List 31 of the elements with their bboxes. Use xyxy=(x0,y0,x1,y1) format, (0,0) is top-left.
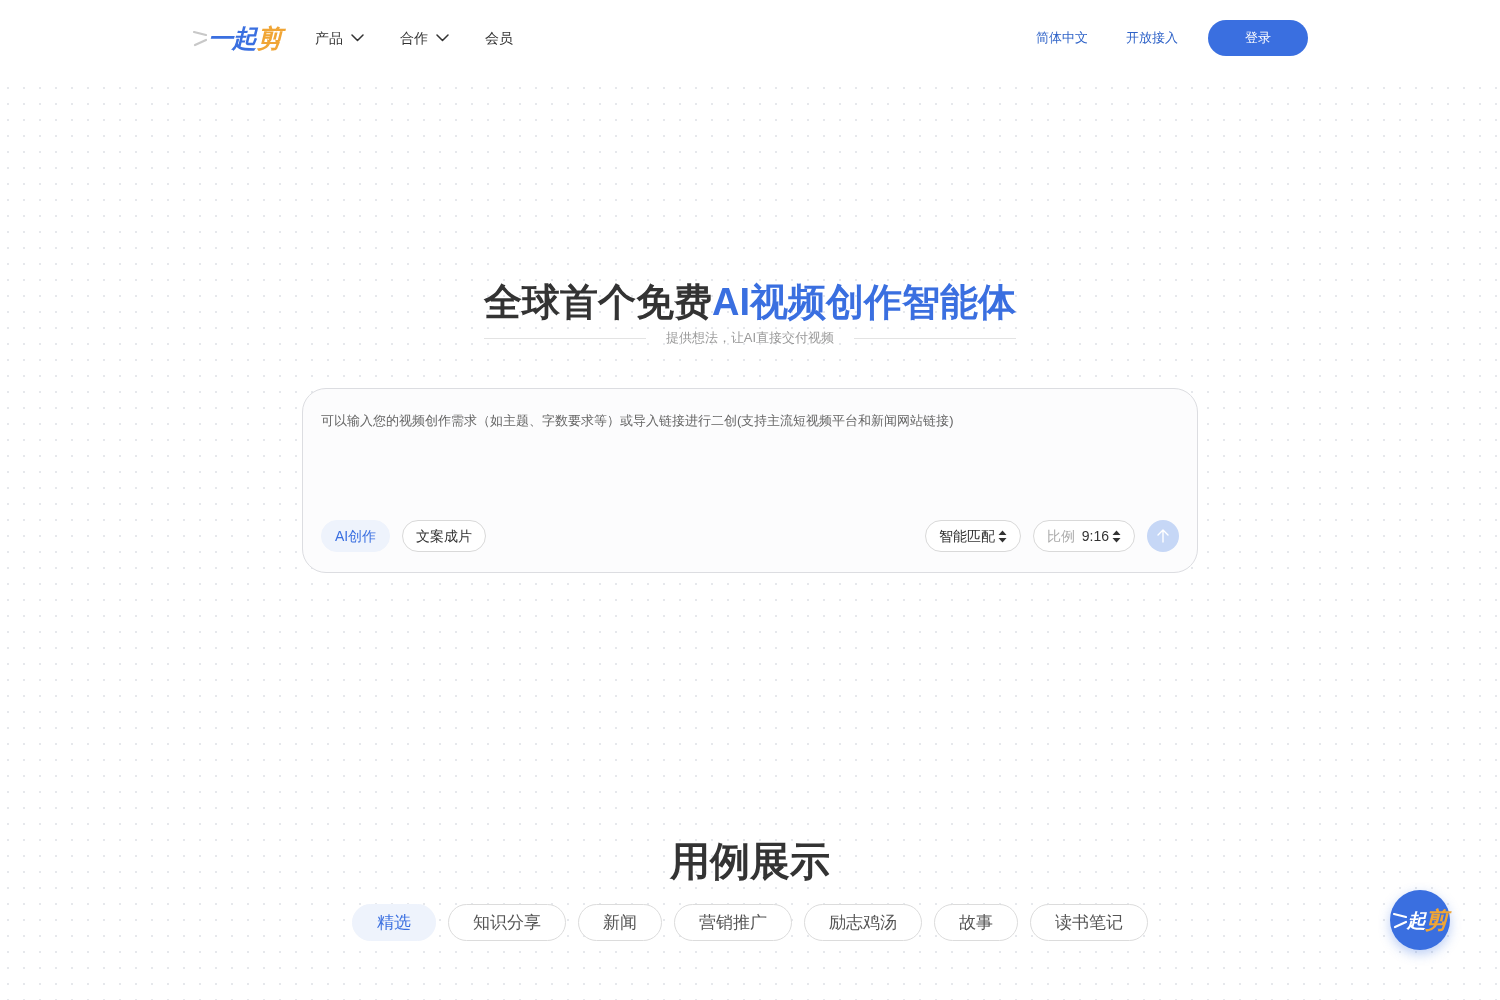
nav-link[interactable]: 会员 xyxy=(485,27,513,49)
speed-lines-icon xyxy=(193,29,207,47)
category-tab[interactable]: 新闻 xyxy=(578,904,662,941)
floating-logo-button[interactable]: 起剪 xyxy=(1390,890,1450,950)
arrow-up-icon xyxy=(1157,529,1169,543)
option-select[interactable]: 比例 9:16 xyxy=(1032,520,1135,552)
chevron-down-icon xyxy=(351,34,364,42)
nav-menu[interactable]: 产品 xyxy=(315,27,364,49)
category-tab[interactable]: 精选 xyxy=(352,904,436,941)
category-tab[interactable]: 读书笔记 xyxy=(1030,904,1148,941)
header-link[interactable]: 简体中文 xyxy=(1036,28,1088,48)
sort-arrows-icon xyxy=(1112,529,1121,543)
nav-menu[interactable]: 合作 xyxy=(400,27,449,49)
login-button[interactable]: 登录 xyxy=(1208,20,1308,56)
category-tab[interactable]: 故事 xyxy=(934,904,1018,941)
logo[interactable]: 一起剪 xyxy=(192,22,287,54)
category-tab[interactable]: 知识分享 xyxy=(448,904,566,941)
option-select[interactable]: 智能匹配 xyxy=(924,520,1021,552)
hero-title: 全球首个免费AI视频创作智能体 xyxy=(484,280,1016,325)
prompt-field[interactable]: 可以输入您的视频创作需求（如主题、字数要求等）或导入链接进行二创(支持主流短视频平台和新闻网站链接) xyxy=(321,411,1179,520)
prompt-box[interactable]: 可以输入您的视频创作需求（如主题、字数要求等）或导入链接进行二创(支持主流短视频平台和新闻网站链接) AI创作 文案成片 智能匹配 比例 9:16 xyxy=(302,388,1198,573)
speed-lines-icon xyxy=(1393,911,1407,929)
category-tab[interactable]: 营销推广 xyxy=(674,904,792,941)
hero-subtitle: 提供想法，让AI直接交付视频 xyxy=(665,329,835,347)
sort-arrows-icon xyxy=(997,529,1007,543)
header-link[interactable]: 开放接入 xyxy=(1126,28,1178,48)
mode-tab[interactable]: AI创作 xyxy=(321,520,391,552)
section-title: 用例展示 xyxy=(670,838,830,885)
category-tab[interactable]: 励志鸡汤 xyxy=(804,904,922,941)
mode-tab[interactable]: 文案成片 xyxy=(402,520,487,552)
chevron-down-icon xyxy=(436,34,449,42)
